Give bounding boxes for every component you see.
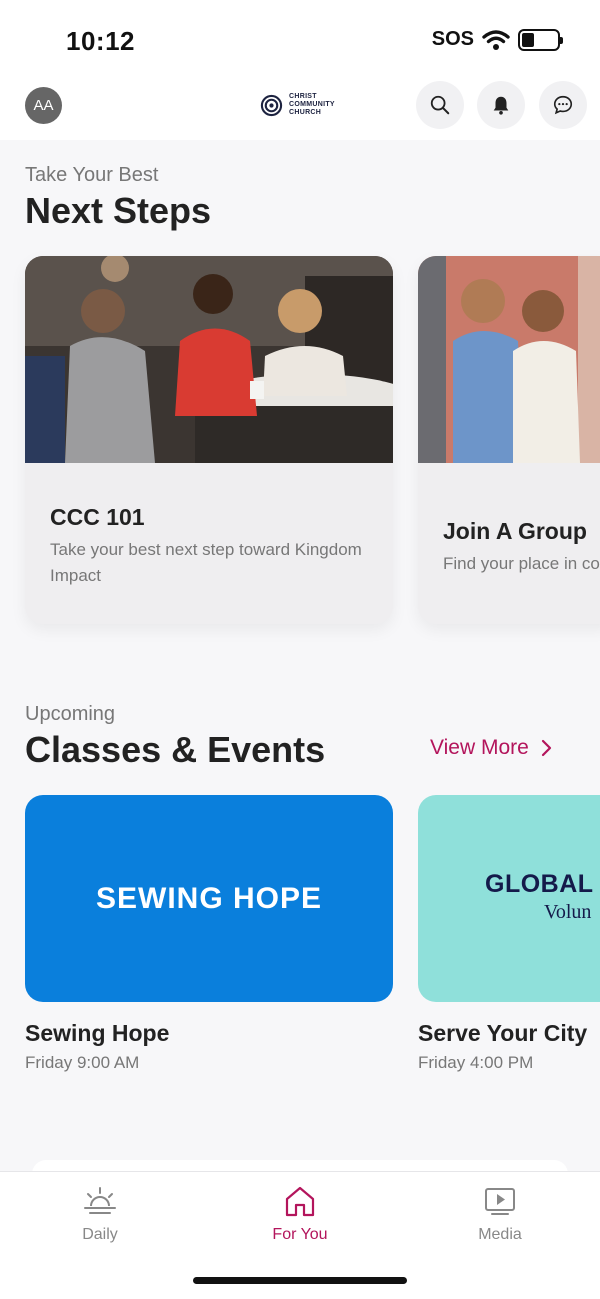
status-icons: SOS bbox=[431, 28, 563, 51]
class-photo bbox=[25, 256, 393, 463]
play-icon bbox=[485, 1188, 515, 1215]
notifications-button[interactable] bbox=[477, 81, 525, 129]
carrier-label: SOS bbox=[431, 28, 474, 50]
app-header: AA CHRIST COMMUNITY CHURCH bbox=[0, 80, 600, 140]
event-image-text-group: GLOBAL Volun bbox=[485, 870, 594, 924]
event-title: Serve Your City bbox=[418, 1020, 588, 1046]
status-time: 10:12 bbox=[66, 26, 135, 56]
event-image-subtext: Volun bbox=[544, 900, 592, 923]
next-steps-eyebrow: Take Your Best bbox=[25, 164, 159, 186]
home-icon bbox=[285, 1186, 315, 1217]
battery-icon bbox=[518, 28, 563, 51]
battery-level bbox=[522, 32, 534, 47]
next-steps-title: Next Steps bbox=[25, 190, 212, 231]
event-image-sewing-hope[interactable]: SEWING HOPE bbox=[25, 795, 393, 1002]
card-description: Find your place in co bbox=[443, 554, 600, 573]
card-description: Take your best next step toward Kingdom … bbox=[50, 540, 362, 585]
logo-mark-icon bbox=[260, 94, 283, 116]
card-body: CCC 101 Take your best next step toward … bbox=[50, 504, 373, 589]
sunrise-icon bbox=[84, 1187, 116, 1214]
events-eyebrow: Upcoming bbox=[25, 703, 116, 725]
card-title: CCC 101 bbox=[50, 504, 145, 530]
chat-bubble-icon bbox=[553, 95, 573, 115]
logo-wordmark: CHRIST COMMUNITY CHURCH bbox=[289, 93, 335, 116]
event-image-serve-city[interactable]: GLOBAL Volun bbox=[418, 795, 600, 1002]
group-photo bbox=[418, 256, 600, 463]
event-title: Sewing Hope bbox=[25, 1020, 170, 1046]
event-image-text: GLOBAL bbox=[485, 869, 594, 898]
tab-daily[interactable]: Daily bbox=[40, 1184, 160, 1244]
view-more-label: View More bbox=[430, 736, 529, 759]
messages-button[interactable] bbox=[539, 81, 587, 129]
church-logo: CHRIST COMMUNITY CHURCH bbox=[260, 93, 335, 117]
search-button[interactable] bbox=[416, 81, 464, 129]
next-step-card-ccc101[interactable]: CCC 101 Take your best next step toward … bbox=[25, 256, 393, 624]
event-image-text: SEWING HOPE bbox=[95, 881, 323, 915]
status-bar: 10:12 SOS bbox=[0, 0, 600, 80]
view-more-link[interactable]: View More bbox=[430, 736, 553, 760]
tab-label: For You bbox=[272, 1226, 328, 1243]
wifi-icon bbox=[482, 29, 510, 50]
event-time: Friday 9:00 AM bbox=[25, 1053, 140, 1072]
card-title: Join A Group bbox=[443, 518, 587, 544]
event-time: Friday 4:00 PM bbox=[418, 1053, 534, 1072]
bell-icon bbox=[493, 96, 509, 115]
tab-label: Daily bbox=[82, 1226, 118, 1243]
tab-media[interactable]: Media bbox=[440, 1184, 560, 1244]
next-step-card-join-group[interactable]: Join A Group Find your place in co bbox=[418, 256, 600, 624]
search-icon bbox=[430, 95, 450, 115]
avatar[interactable]: AA bbox=[25, 87, 62, 124]
home-indicator bbox=[193, 1277, 407, 1284]
tab-label: Media bbox=[478, 1226, 522, 1243]
chevron-right-icon bbox=[541, 739, 551, 757]
events-title: Classes & Events bbox=[25, 729, 326, 770]
card-body: Join A Group Find your place in co bbox=[443, 518, 600, 577]
tab-for-you[interactable]: For You bbox=[240, 1184, 360, 1244]
